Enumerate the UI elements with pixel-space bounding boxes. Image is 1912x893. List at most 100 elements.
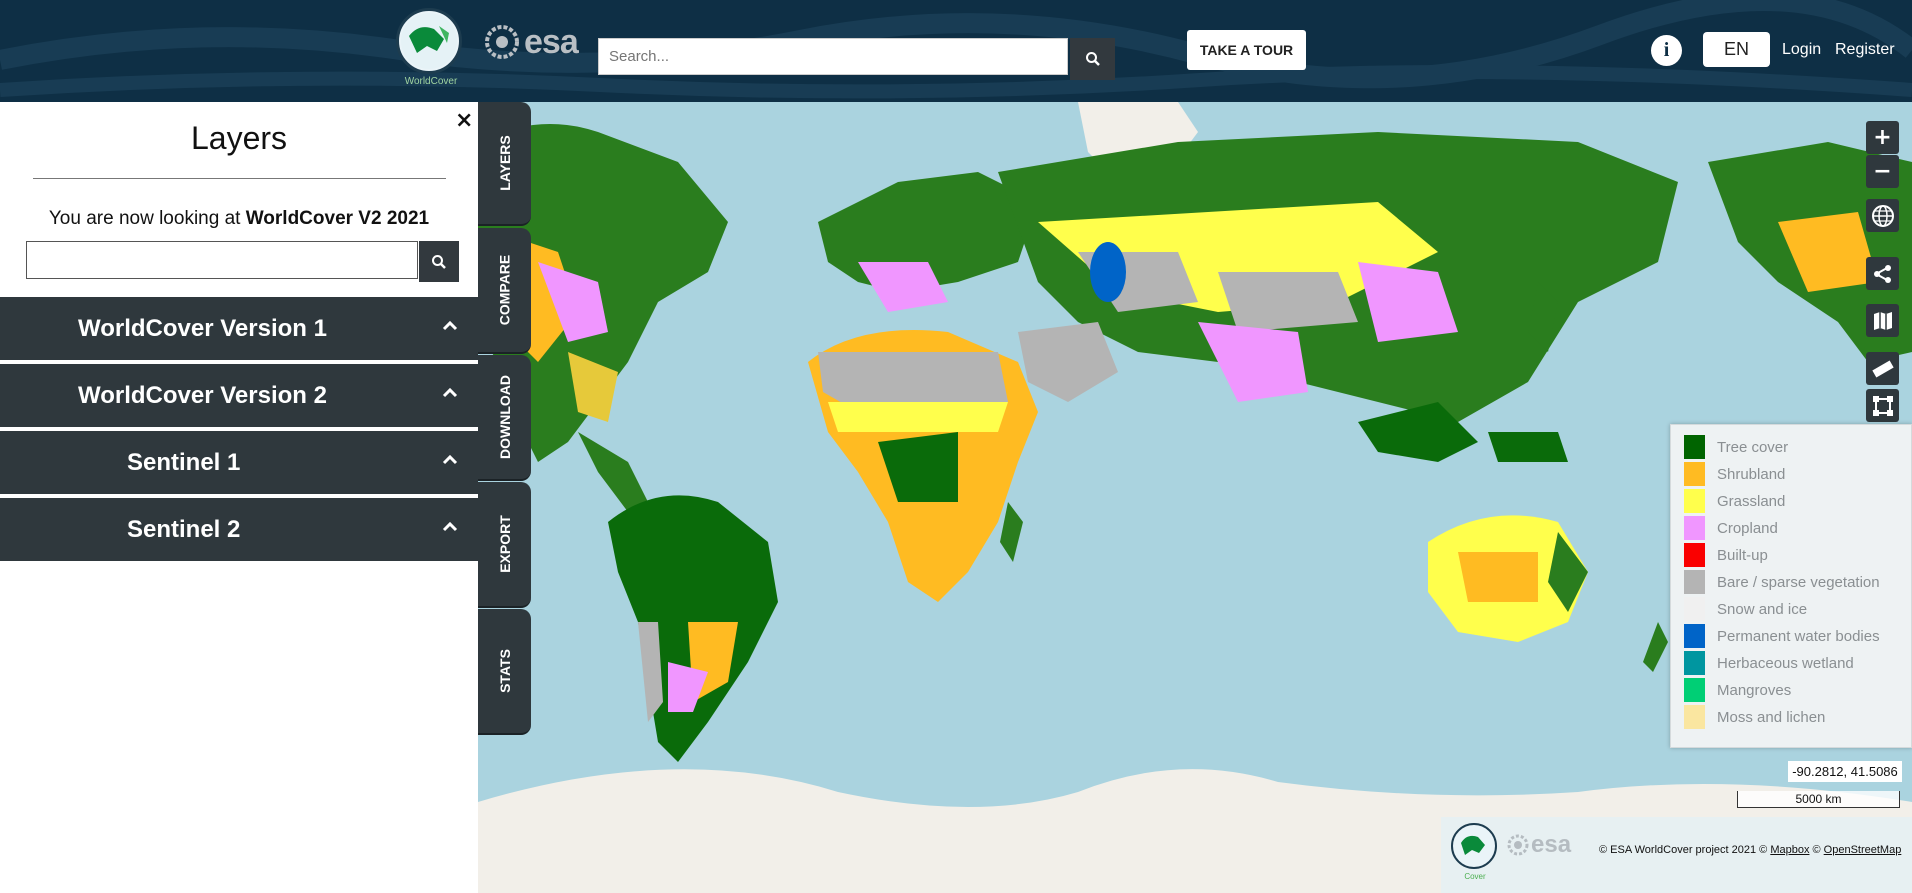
legend-swatch	[1684, 543, 1705, 567]
legend-label: Built-up	[1717, 546, 1768, 564]
attribution-text: © ESA WorldCover project 2021 © Mapbox ©…	[1599, 844, 1901, 856]
attribution-sep: ©	[1809, 844, 1824, 856]
map-icon	[1873, 311, 1892, 330]
search-icon	[1085, 52, 1100, 66]
esa-small-logo-text: esa	[1531, 831, 1572, 858]
current-layer-prefix: You are now looking at	[48, 208, 246, 229]
tab-stats[interactable]: STATS	[478, 609, 531, 735]
tab-label: EXPORT	[496, 515, 513, 573]
worldcover-small-logo-label: Cover	[1464, 872, 1486, 881]
basemap-button[interactable]	[1866, 304, 1899, 337]
search-button[interactable]	[1070, 38, 1115, 80]
worldcover-logo-label: WorldCover	[404, 76, 458, 87]
tab-label: DOWNLOAD	[496, 375, 513, 459]
legend-label: Grassland	[1717, 492, 1786, 510]
legend-swatch	[1684, 678, 1705, 702]
openstreetmap-link[interactable]: OpenStreetMap	[1824, 844, 1902, 856]
scale-bar: 5000 km	[1737, 791, 1900, 808]
draw-area-button[interactable]	[1866, 389, 1899, 422]
share-icon	[1873, 264, 1891, 283]
legend-label: Snow and ice	[1717, 600, 1808, 618]
layer-group-worldcover-v1[interactable]: WorldCover Version 1	[0, 297, 478, 362]
tab-export[interactable]: EXPORT	[478, 482, 531, 608]
layer-group-label: Sentinel 1	[127, 448, 241, 476]
legend-item: Permanent water bodies	[1684, 624, 1880, 648]
legend-item: Bare / sparse vegetation	[1684, 570, 1880, 594]
language-selector[interactable]: EN	[1703, 32, 1770, 67]
search-input[interactable]	[598, 38, 1068, 75]
legend-label: Herbaceous wetland	[1717, 654, 1854, 672]
legend-item: Built-up	[1684, 543, 1768, 567]
globe-icon	[1871, 204, 1894, 227]
chevron-up-icon	[442, 387, 458, 398]
search-icon	[432, 254, 446, 269]
legend-item: Shrubland	[1684, 462, 1785, 486]
legend-label: Bare / sparse vegetation	[1717, 573, 1880, 591]
worldcover-logo-globe	[396, 8, 462, 74]
legend-swatch	[1684, 462, 1705, 486]
panel-title: Layers	[190, 120, 288, 156]
legend-item: Moss and lichen	[1684, 705, 1825, 729]
current-layer-text: You are now looking at WorldCover V2 202…	[0, 208, 478, 230]
chevron-up-icon	[442, 454, 458, 465]
legend-label: Mangroves	[1717, 681, 1792, 699]
esa-small-logo: esa	[1507, 831, 1571, 859]
tab-layers[interactable]: LAYERS	[478, 102, 531, 226]
legend-label: Moss and lichen	[1717, 708, 1826, 726]
register-link[interactable]: Register	[1835, 41, 1895, 59]
chevron-up-icon	[442, 521, 458, 532]
legend-swatch	[1684, 651, 1705, 675]
layers-panel: × Layers You are now looking at WorldCov…	[0, 102, 478, 893]
legend-label: Cropland	[1717, 519, 1778, 537]
attribution-bar: Cover esa © ESA WorldCover project 2021 …	[1441, 817, 1912, 893]
ruler-icon	[1871, 360, 1894, 377]
legend-swatch	[1684, 516, 1705, 540]
layer-group-label: WorldCover Version 1	[78, 314, 327, 342]
legend-item: Mangroves	[1684, 678, 1791, 702]
esa-logo-text: esa	[524, 22, 579, 61]
tab-label: STATS	[496, 649, 513, 693]
legend-swatch	[1684, 570, 1705, 594]
legend-label: Shrubland	[1717, 465, 1786, 483]
current-layer-name: WorldCover V2 2021	[245, 208, 430, 229]
layer-search-button[interactable]	[419, 241, 459, 282]
layer-group-sentinel-2[interactable]: Sentinel 2	[0, 498, 478, 563]
take-a-tour-button[interactable]: TAKE A TOUR	[1187, 30, 1306, 70]
legend-swatch	[1684, 597, 1705, 621]
info-button[interactable]: i	[1651, 35, 1682, 66]
layer-group-worldcover-v2[interactable]: WorldCover Version 2	[0, 364, 478, 429]
legend-item: Herbaceous wetland	[1684, 651, 1854, 675]
layer-group-sentinel-1[interactable]: Sentinel 1	[0, 431, 478, 496]
draw-area-icon	[1872, 395, 1893, 416]
share-button[interactable]	[1866, 257, 1899, 290]
zoom-out-button[interactable]: −	[1866, 155, 1899, 188]
top-header: WorldCover esa TAKE A TOUR i EN Login Re…	[0, 0, 1912, 102]
layer-search-input[interactable]	[26, 241, 418, 279]
globe-button[interactable]	[1866, 199, 1899, 232]
tab-label: LAYERS	[496, 135, 513, 191]
login-link[interactable]: Login	[1782, 41, 1821, 59]
legend-swatch	[1684, 624, 1705, 648]
esa-emblem-icon	[485, 25, 519, 59]
mouse-coordinates: -90.2812, 41.5086	[1788, 761, 1902, 782]
legend-label: Permanent water bodies	[1717, 627, 1880, 645]
worldcover-logo[interactable]: WorldCover	[396, 8, 466, 90]
worldcover-small-logo	[1451, 823, 1497, 869]
chevron-up-icon	[442, 320, 458, 331]
title-divider	[33, 178, 446, 179]
legend-swatch	[1684, 705, 1705, 729]
legend-swatch	[1684, 435, 1705, 459]
tab-compare[interactable]: COMPARE	[478, 228, 531, 354]
esa-logo[interactable]: esa	[484, 22, 579, 62]
mapbox-link[interactable]: Mapbox	[1770, 844, 1809, 856]
attribution-prefix: © ESA WorldCover project 2021 ©	[1599, 844, 1771, 856]
tab-label: COMPARE	[496, 254, 513, 326]
zoom-in-button[interactable]: +	[1866, 121, 1899, 154]
esa-emblem-icon	[1507, 834, 1529, 856]
land-cover-legend: Tree cover Shrubland Grassland Cropland …	[1670, 424, 1912, 748]
legend-item: Tree cover	[1684, 435, 1788, 459]
app-page: WorldCover esa TAKE A TOUR i EN Login Re…	[0, 0, 1912, 893]
legend-item: Snow and ice	[1684, 597, 1807, 621]
tab-download[interactable]: DOWNLOAD	[478, 355, 531, 481]
measure-button[interactable]	[1866, 352, 1899, 385]
